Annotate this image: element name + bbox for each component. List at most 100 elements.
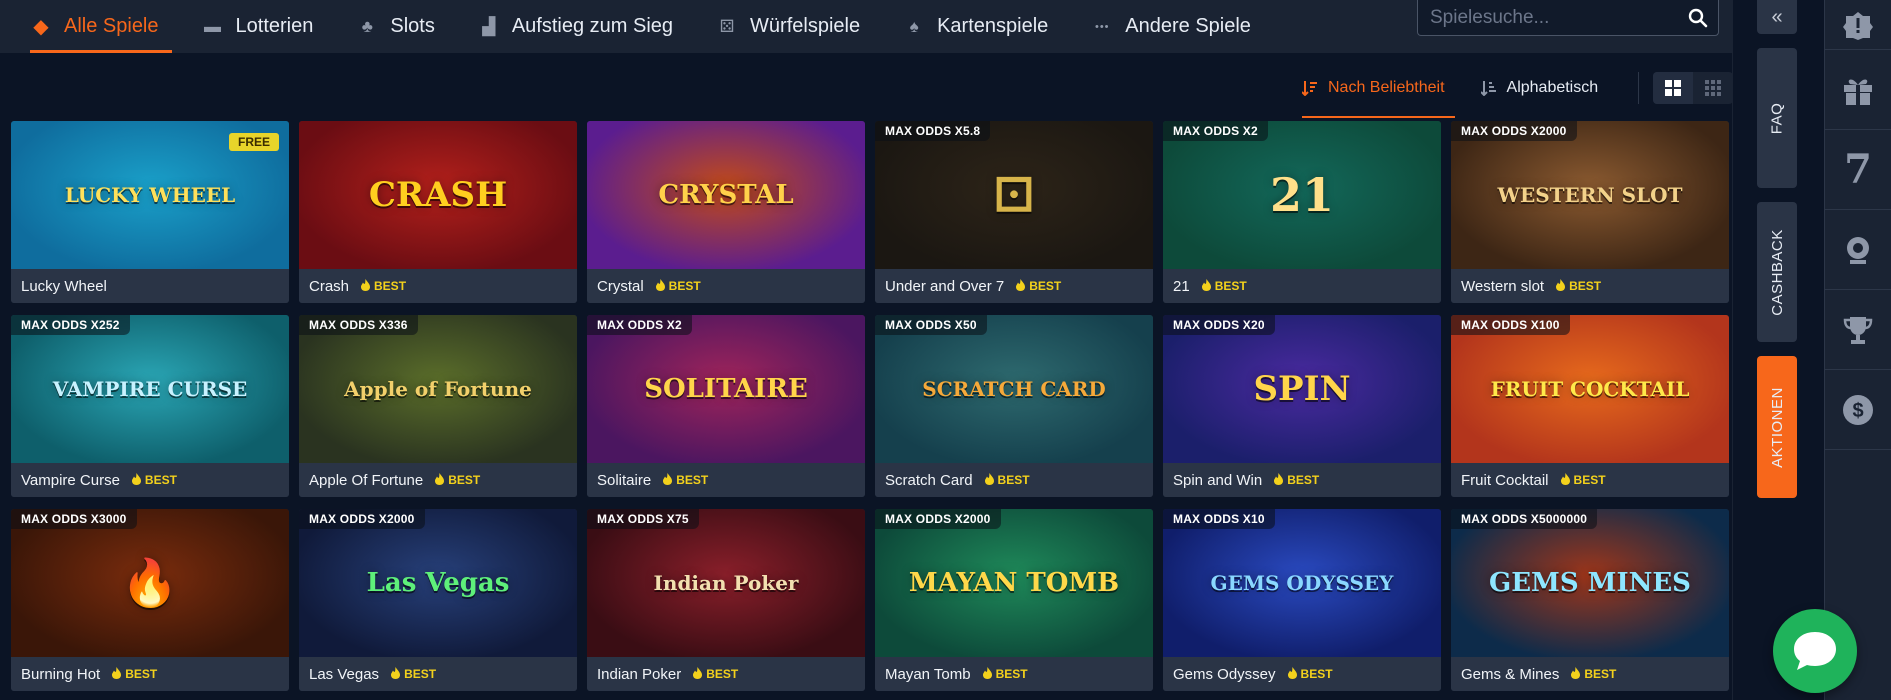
game-title: Crystal [597, 277, 644, 295]
small-grid-view-button[interactable] [1693, 72, 1733, 104]
nav-tab-3[interactable]: ▟ Aufstieg zum Sieg [448, 0, 686, 53]
max-odds-badge: MAX ODDS X2 [587, 315, 692, 335]
game-title: Vampire Curse [21, 471, 120, 489]
games-grid: LUCKY WHEEL FREE Lucky Wheel CRASH Crash BEST… [11, 121, 1731, 691]
collapse-sidebar-button[interactable]: « [1757, 0, 1797, 34]
stairs-icon: ▟ [482, 16, 496, 36]
game-artwork: GEMS MINES [1451, 509, 1729, 657]
best-label: BEST [448, 473, 481, 487]
game-title-bar: Lucky Wheel [11, 269, 289, 303]
game-card[interactable]: SPIN MAX ODDS X20 Spin and Win BEST [1163, 315, 1441, 497]
game-card[interactable]: FRUIT COCKTAIL MAX ODDS X100 Fruit Cocktai… [1451, 315, 1729, 497]
game-title-bar: Apple Of Fortune BEST [299, 463, 577, 497]
game-artwork: CRASH [299, 121, 577, 269]
svg-text:$: $ [1852, 400, 1863, 422]
game-search [1417, 0, 1719, 36]
game-card[interactable]: GEMS MINES MAX ODDS X5000000 Gems & Mines B… [1451, 509, 1729, 691]
game-card[interactable]: SOLITAIRE MAX ODDS X2 Solitaire BEST [587, 315, 865, 497]
game-thumbnail: CRYSTAL [587, 121, 865, 269]
sort-popularity-label: Nach Beliebtheit [1328, 79, 1445, 96]
sort-alphabetical-button[interactable]: Alphabetisch [1469, 70, 1598, 106]
game-logo: MAYAN TOMB [908, 568, 1120, 598]
flame-icon [1201, 278, 1211, 294]
flame-icon [112, 666, 122, 682]
game-thumbnail: WESTERN SLOT MAX ODDS X2000 [1451, 121, 1729, 269]
game-card[interactable]: Apple of Fortune MAX ODDS X336 Apple Of Fo… [299, 315, 577, 497]
search-icon[interactable] [1678, 1, 1718, 35]
seven-icon: 7 [1844, 146, 1872, 193]
flame-icon [1571, 666, 1581, 682]
game-card[interactable]: Las Vegas MAX ODDS X2000 Las Vegas BEST [299, 509, 577, 691]
game-thumbnail: Las Vegas MAX ODDS X2000 [299, 509, 577, 657]
game-thumbnail: GEMS MINES MAX ODDS X5000000 [1451, 509, 1729, 657]
cashback-label: CASHBACK [1768, 228, 1786, 316]
game-logo: 21 [1269, 168, 1335, 222]
game-card[interactable]: LUCKY WHEEL FREE Lucky Wheel [11, 121, 289, 303]
aktionen-tab[interactable]: AKTIONEN [1757, 356, 1797, 498]
game-card[interactable]: Indian Poker MAX ODDS X75 Indian Poker BEST [587, 509, 865, 691]
game-card[interactable]: 21 MAX ODDS X2 21 BEST [1163, 121, 1441, 303]
nav-tab-6[interactable]: ••• Andere Spiele [1061, 0, 1264, 53]
game-card[interactable]: GEMS ODYSSEY MAX ODDS X10 Gems Odyssey BEST [1163, 509, 1441, 691]
game-thumbnail: SOLITAIRE MAX ODDS X2 [587, 315, 865, 463]
game-logo: ⚀ [994, 168, 1034, 222]
game-title: Crash [309, 277, 350, 295]
game-title: Apple Of Fortune [309, 471, 424, 489]
best-badge: BEST [391, 666, 436, 682]
rail-item-lottery[interactable] [1825, 210, 1891, 290]
chat-button[interactable] [1773, 609, 1857, 693]
game-card[interactable]: MAYAN TOMB MAX ODDS X2000 Mayan Tomb BEST [875, 509, 1153, 691]
nav-tab-5[interactable]: ♠ Kartenspiele [873, 0, 1061, 53]
nav-tab-1[interactable]: ▬ Lotterien [172, 0, 327, 53]
game-card[interactable]: WESTERN SLOT MAX ODDS X2000 Western slot BE… [1451, 121, 1729, 303]
nav-tab-2[interactable]: ♣ Slots [326, 0, 447, 53]
rail-item-lucky-seven[interactable]: 7 [1825, 130, 1891, 210]
max-odds-badge: MAX ODDS X20 [1163, 315, 1275, 335]
game-card[interactable]: CRYSTAL Crystal BEST [587, 121, 865, 303]
game-card[interactable]: SCRATCH CARD MAX ODDS X50 Scratch Card BEST [875, 315, 1153, 497]
rail-item-bonus[interactable] [1825, 0, 1891, 50]
game-card[interactable]: 🔥 MAX ODDS X3000 Burning Hot BEST [11, 509, 289, 691]
nav-tab-label: Würfelspiele [750, 15, 861, 37]
nav-tab-4[interactable]: ⚄ Würfelspiele [686, 0, 873, 53]
game-card[interactable]: CRASH Crash BEST [299, 121, 577, 303]
game-title-bar: Crystal BEST [587, 269, 865, 303]
sort-desc-icon [1302, 81, 1317, 96]
game-title-bar: Under and Over 7 BEST [875, 269, 1153, 303]
faq-tab[interactable]: FAQ [1757, 48, 1797, 188]
best-badge: BEST [982, 666, 1028, 682]
game-logo: GEMS ODYSSEY [1210, 571, 1394, 595]
game-logo: SOLITAIRE [644, 374, 808, 404]
flame-icon [361, 278, 371, 294]
cashback-tab[interactable]: CASHBACK [1757, 202, 1797, 342]
nav-tab-label: Alle Spiele [64, 15, 159, 37]
free-badge: FREE [228, 133, 279, 151]
game-card[interactable]: VAMPIRE CURSE MAX ODDS X252 Vampire Curse B… [11, 315, 289, 497]
game-title: Scratch Card [885, 471, 973, 489]
max-odds-badge: MAX ODDS X336 [299, 315, 418, 335]
dots-icon: ••• [1094, 20, 1110, 33]
large-grid-view-button[interactable] [1653, 72, 1694, 104]
best-label: BEST [144, 473, 177, 487]
dice-icon: ⚄ [719, 16, 735, 36]
search-input[interactable] [1418, 0, 1678, 35]
game-artwork: ⚀ [875, 121, 1153, 269]
game-artwork: 21 [1163, 121, 1441, 269]
game-card[interactable]: ⚀ MAX ODDS X5.8 Under and Over 7 BEST [875, 121, 1153, 303]
quick-access-rail: 7 $ [1824, 0, 1891, 700]
sort-divider [1638, 72, 1640, 104]
sort-popularity-button[interactable]: Nach Beliebtheit [1290, 70, 1455, 118]
best-badge: BEST [131, 472, 177, 488]
nav-tab-label: Kartenspiele [937, 15, 1049, 37]
gamepad-icon: ◆ [33, 15, 49, 38]
rail-item-cash[interactable]: $ [1825, 370, 1891, 450]
best-badge: BEST [655, 278, 701, 294]
best-label: BEST [1300, 667, 1333, 681]
max-odds-badge: MAX ODDS X2000 [875, 509, 1001, 529]
best-badge: BEST [1571, 666, 1616, 682]
nav-tab-0[interactable]: ◆ Alle Spiele [0, 0, 172, 53]
rail-item-gifts[interactable] [1825, 50, 1891, 130]
game-logo: VAMPIRE CURSE [52, 377, 248, 401]
flame-icon [1016, 278, 1026, 294]
rail-item-tournaments[interactable] [1825, 290, 1891, 370]
